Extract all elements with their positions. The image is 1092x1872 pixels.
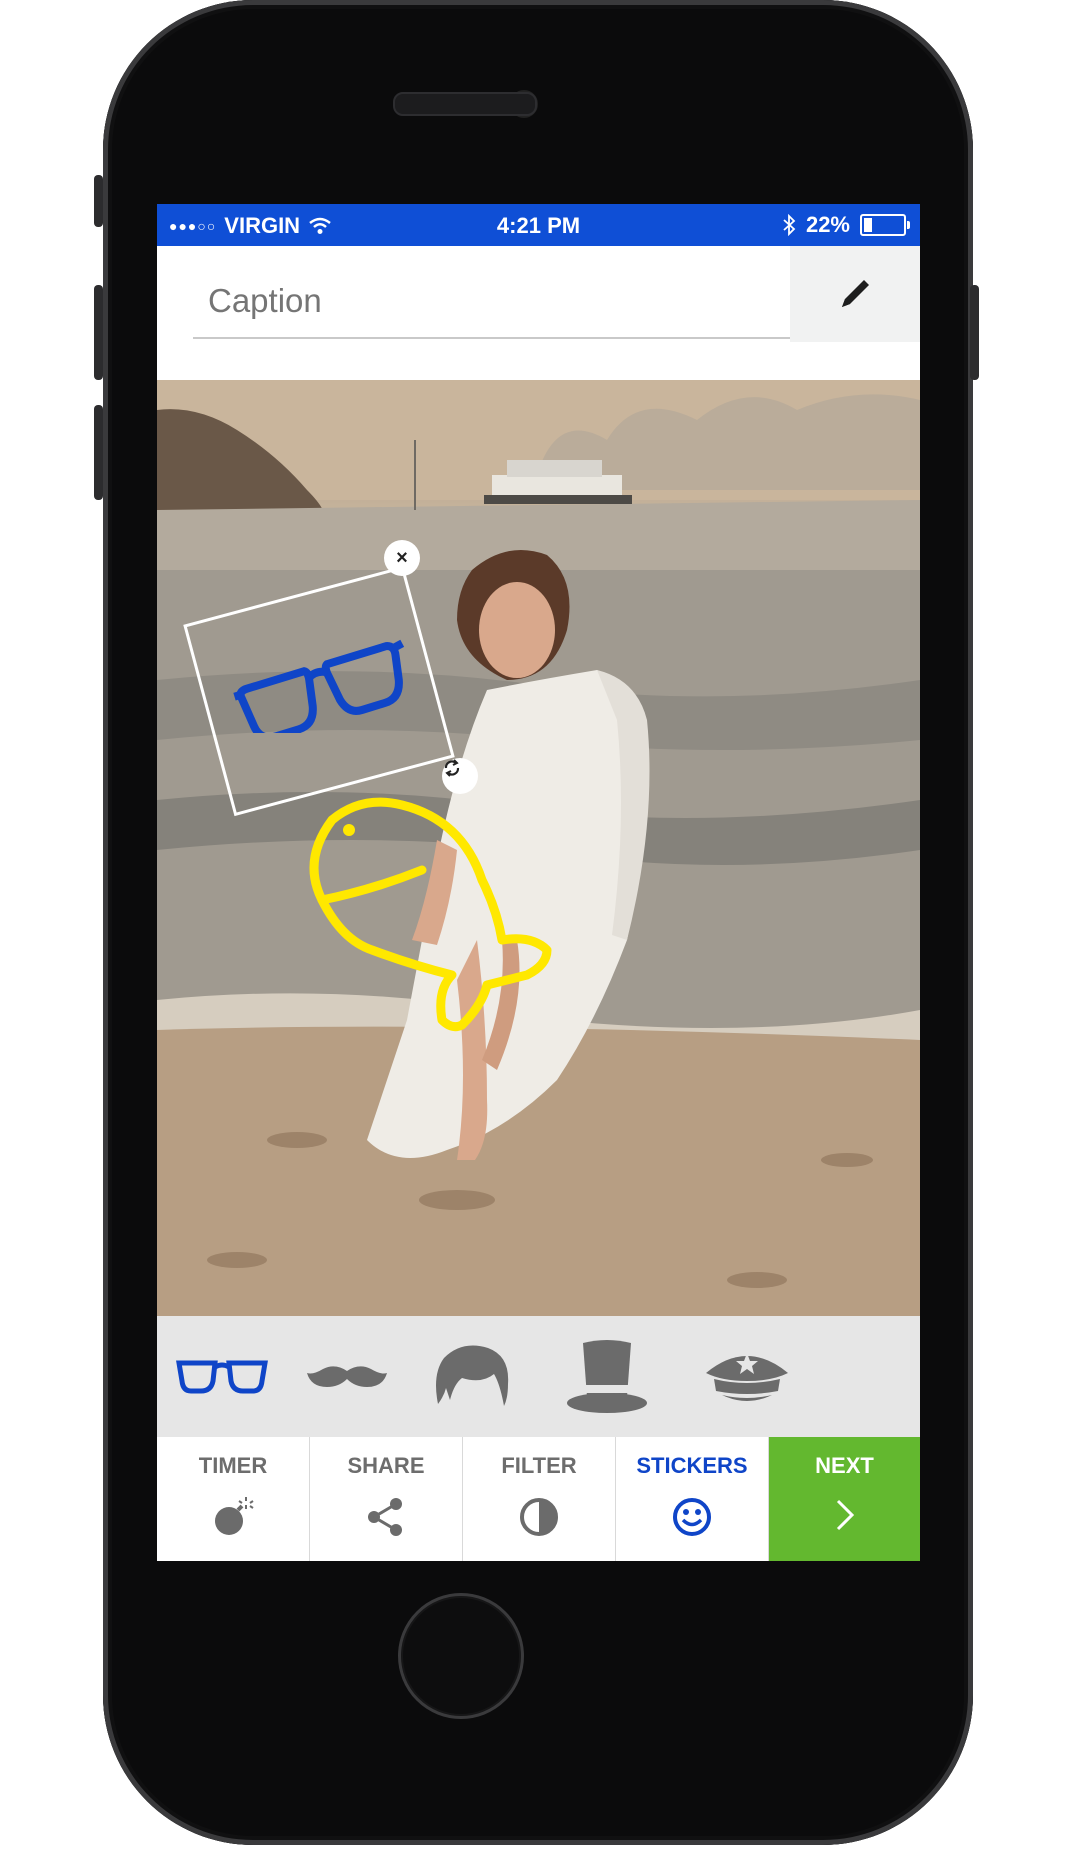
- close-icon: ×: [396, 546, 408, 569]
- contrast-icon: [520, 1498, 558, 1536]
- delete-sticker-button[interactable]: ×: [384, 540, 420, 576]
- tab-share-label: SHARE: [347, 1453, 425, 1478]
- tab-timer[interactable]: TIMER: [157, 1437, 310, 1561]
- rotate-icon: [444, 759, 460, 777]
- sticker-police-cap-button[interactable]: [682, 1316, 812, 1437]
- rotate-sticker-button[interactable]: [442, 758, 478, 794]
- earpiece-speaker: [393, 92, 537, 116]
- mute-switch: [94, 175, 103, 227]
- next-button[interactable]: NEXT: [769, 1437, 920, 1561]
- caption-bar: [157, 246, 920, 342]
- hair-icon: [436, 1345, 509, 1406]
- top-hat-icon: [567, 1339, 647, 1413]
- sticker-glasses-button[interactable]: [167, 1316, 277, 1437]
- battery-percent: 22%: [805, 212, 850, 237]
- sticker-mustache-button[interactable]: [297, 1316, 397, 1437]
- home-button[interactable]: [398, 1593, 524, 1719]
- chevron-right-icon: [836, 1499, 854, 1531]
- glasses-sticker[interactable]: [229, 638, 419, 733]
- battery-icon: [860, 214, 910, 236]
- sticker-tray: [157, 1316, 920, 1437]
- volume-up-button: [94, 285, 103, 380]
- caption-input[interactable]: [208, 282, 688, 320]
- status-bar: ●●●○○ VIRGIN 4:21 PM 22%: [157, 204, 920, 246]
- tab-stickers-label: STICKERS: [636, 1453, 748, 1478]
- photo-canvas[interactable]: ×: [157, 380, 920, 1316]
- volume-down-button: [94, 405, 103, 500]
- app-screen: ●●●○○ VIRGIN 4:21 PM 22% Caption × TIMER…: [157, 204, 920, 1561]
- glasses-icon: [176, 1360, 268, 1393]
- share-icon: [368, 1498, 402, 1536]
- tab-stickers[interactable]: STICKERS: [616, 1437, 769, 1561]
- police-cap-icon: [706, 1352, 788, 1401]
- tab-timer-label: TIMER: [198, 1453, 268, 1478]
- fish-drawing[interactable]: [292, 790, 562, 1040]
- tab-filter[interactable]: FILTER: [463, 1437, 616, 1561]
- tab-filter-label: FILTER: [501, 1453, 577, 1478]
- power-button: [970, 285, 979, 380]
- pencil-icon: [842, 280, 869, 307]
- mustache-icon: [307, 1365, 387, 1387]
- tab-share[interactable]: SHARE: [310, 1437, 463, 1561]
- next-button-label: NEXT: [815, 1453, 874, 1478]
- edit-caption-button[interactable]: [790, 246, 920, 342]
- bomb-icon: [215, 1497, 254, 1535]
- sticker-hair-button[interactable]: [422, 1316, 522, 1437]
- smiley-icon: [673, 1498, 711, 1536]
- bluetooth-icon: [783, 214, 796, 236]
- sticker-top-hat-button[interactable]: [552, 1316, 662, 1437]
- bottom-toolbar: TIMER SHARE FILTER STICKERS NEXT: [157, 1437, 920, 1561]
